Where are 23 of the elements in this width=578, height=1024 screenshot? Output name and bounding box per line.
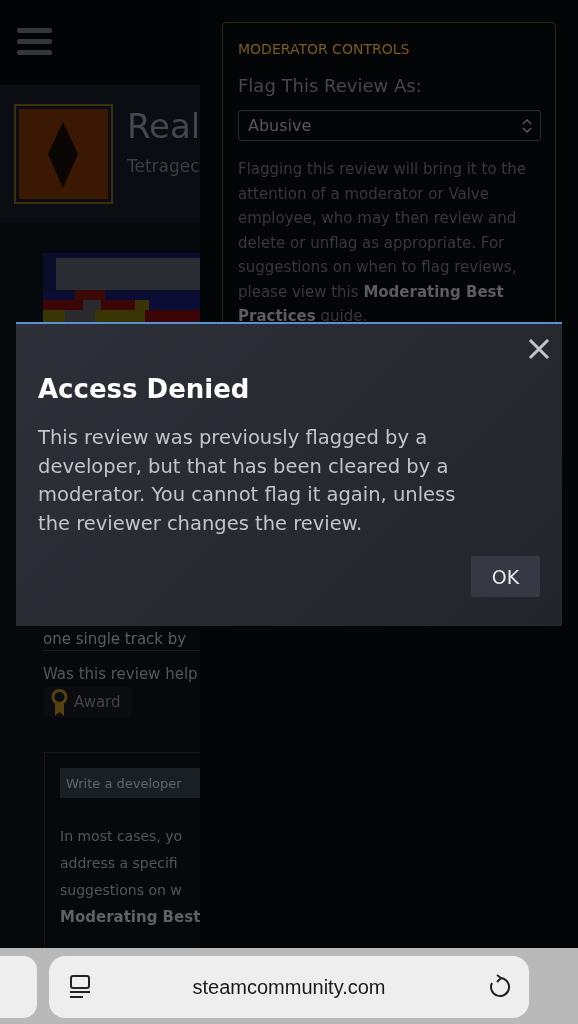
response-text: address a specifi	[60, 854, 179, 873]
write-response-button[interactable]: Write a developer	[60, 768, 201, 798]
close-icon[interactable]	[528, 338, 550, 360]
panel-heading: MODERATOR CONTROLS	[238, 41, 411, 57]
response-text: suggestions on w	[60, 881, 183, 900]
flag-label: Flag This Review As:	[238, 75, 423, 96]
review-text: one single track by	[43, 630, 188, 648]
reload-icon[interactable]	[487, 974, 511, 1000]
response-text: In most cases, yo	[60, 827, 184, 846]
address-bar[interactable]: steamcommunity.com	[49, 956, 529, 1018]
dialog-message: This review was previously flagged by a developer, but that has been cleared by a moderator. You cannot flag it again, unless the reviewer changes the review.	[38, 425, 457, 537]
game-logo-icon	[14, 104, 113, 204]
ok-button[interactable]: OK	[471, 556, 540, 597]
page-menu-icon[interactable]	[69, 975, 91, 999]
award-ribbon-icon	[51, 688, 68, 716]
game-title: Real	[127, 106, 201, 146]
award-button[interactable]: Award	[43, 687, 131, 717]
flag-select[interactable]: Abusive	[238, 110, 541, 141]
url-text: steamcommunity.com	[192, 975, 386, 999]
helpful-prompt: Was this review help	[43, 665, 199, 683]
moderating-link[interactable]: Moderating Best	[60, 904, 200, 931]
dialog-title: Access Denied	[38, 374, 251, 404]
chevron-updown-icon	[522, 118, 532, 133]
